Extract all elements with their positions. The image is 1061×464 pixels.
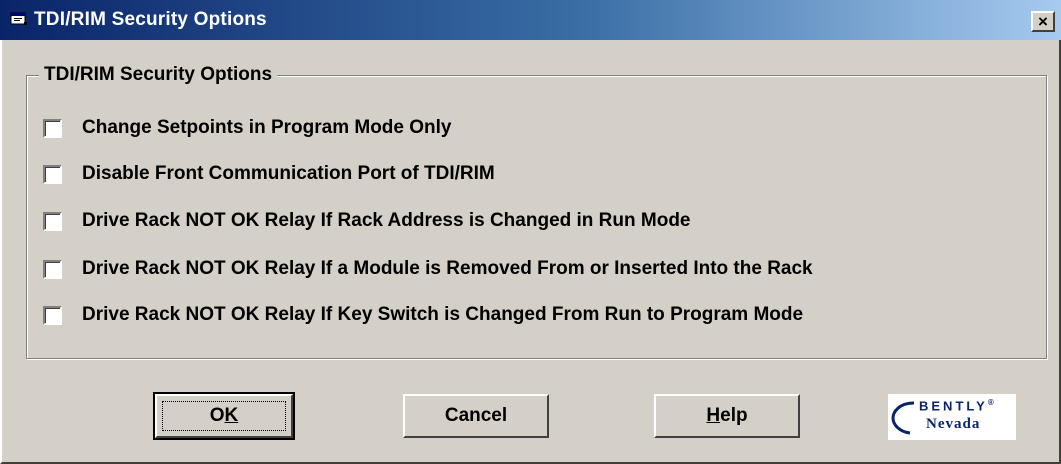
checkbox[interactable] xyxy=(43,211,62,231)
help-label: Help xyxy=(706,405,748,426)
focus-rectangle xyxy=(162,401,286,431)
option-change-setpoints-program-mode[interactable]: Change Setpoints in Program Mode Only xyxy=(43,115,451,141)
option-label: Change Setpoints in Program Mode Only xyxy=(82,117,452,138)
checkbox[interactable] xyxy=(43,259,62,279)
logo-arc-icon xyxy=(891,401,915,435)
groupbox-legend: TDI/RIM Security Options xyxy=(39,64,278,86)
checkbox[interactable] xyxy=(43,164,62,184)
ok-button[interactable]: OK xyxy=(153,392,295,440)
bently-nevada-logo: BENTLY® Nevada xyxy=(888,394,1016,440)
app-window-icon[interactable] xyxy=(10,11,28,27)
checkbox[interactable] xyxy=(43,118,62,138)
close-icon: × xyxy=(1038,12,1048,31)
option-disable-front-comm-port[interactable]: Disable Front Communication Port of TDI/… xyxy=(43,161,495,187)
option-relay-rack-address-changed[interactable]: Drive Rack NOT OK Relay If Rack Address … xyxy=(43,208,691,234)
cancel-button[interactable]: Cancel xyxy=(403,394,549,438)
option-label: Drive Rack NOT OK Relay If Key Switch is… xyxy=(82,304,804,325)
cancel-label: Cancel xyxy=(444,405,508,426)
option-relay-key-switch-changed[interactable]: Drive Rack NOT OK Relay If Key Switch is… xyxy=(43,302,803,328)
window-title: TDI/RIM Security Options xyxy=(34,9,267,30)
help-button[interactable]: Help xyxy=(654,394,800,438)
option-label: Drive Rack NOT OK Relay If a Module is R… xyxy=(82,258,813,279)
title-bar[interactable]: TDI/RIM Security Options × xyxy=(0,0,1061,40)
checkbox[interactable] xyxy=(43,305,62,325)
option-label: Drive Rack NOT OK Relay If Rack Address … xyxy=(82,210,691,231)
close-button[interactable]: × xyxy=(1031,11,1055,32)
logo-text-nevada: Nevada xyxy=(926,416,981,432)
option-label: Disable Front Communication Port of TDI/… xyxy=(82,163,495,184)
logo-text-bently: BENTLY® xyxy=(919,398,994,414)
option-relay-module-removed-inserted[interactable]: Drive Rack NOT OK Relay If a Module is R… xyxy=(43,256,813,282)
